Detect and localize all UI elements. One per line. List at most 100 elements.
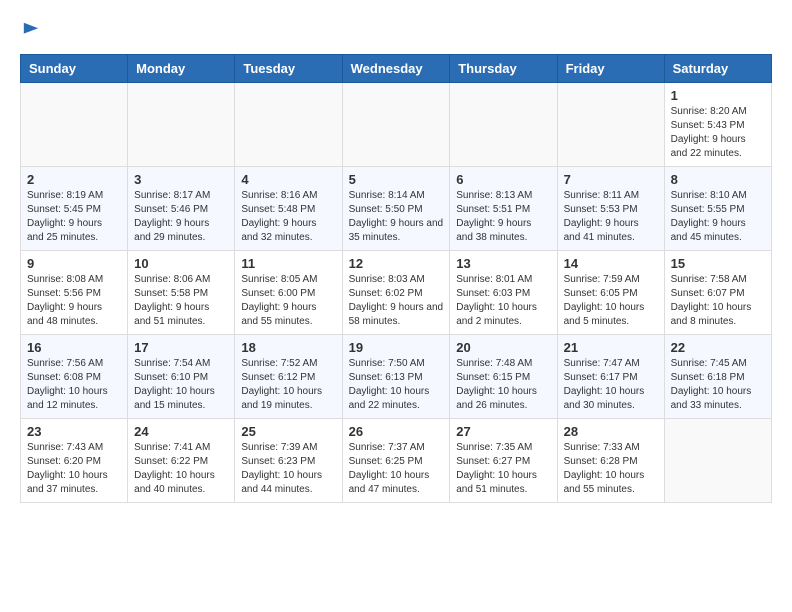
- day-number: 15: [671, 256, 765, 271]
- calendar-cell: 14 Sunrise: 7:59 AM Sunset: 6:05 PM Dayli…: [557, 251, 664, 335]
- day-number: 13: [456, 256, 550, 271]
- calendar-cell: 4 Sunrise: 8:16 AM Sunset: 5:48 PM Daylig…: [235, 167, 342, 251]
- day-info: Sunrise: 7:35 AM Sunset: 6:27 PM Dayligh…: [456, 441, 550, 497]
- dow-header-saturday: Saturday: [664, 55, 771, 83]
- day-number: 19: [349, 340, 444, 355]
- calendar-cell: 18 Sunrise: 7:52 AM Sunset: 6:12 PM Dayli…: [235, 335, 342, 419]
- logo-flag-icon: [22, 21, 40, 39]
- calendar-cell: 22 Sunrise: 7:45 AM Sunset: 6:18 PM Dayli…: [664, 335, 771, 419]
- day-info: Sunrise: 8:10 AM Sunset: 5:55 PM Dayligh…: [671, 189, 765, 245]
- calendar-cell: [128, 83, 235, 167]
- day-number: 11: [241, 256, 335, 271]
- day-info: Sunrise: 7:52 AM Sunset: 6:12 PM Dayligh…: [241, 357, 335, 413]
- week-row-2: 2 Sunrise: 8:19 AM Sunset: 5:45 PM Daylig…: [21, 167, 772, 251]
- day-number: 28: [564, 424, 658, 439]
- day-info: Sunrise: 8:06 AM Sunset: 5:58 PM Dayligh…: [134, 273, 228, 329]
- day-info: Sunrise: 7:41 AM Sunset: 6:22 PM Dayligh…: [134, 441, 228, 497]
- calendar-cell: 16 Sunrise: 7:56 AM Sunset: 6:08 PM Dayli…: [21, 335, 128, 419]
- calendar-cell: 13 Sunrise: 8:01 AM Sunset: 6:03 PM Dayli…: [450, 251, 557, 335]
- day-info: Sunrise: 8:11 AM Sunset: 5:53 PM Dayligh…: [564, 189, 658, 245]
- day-info: Sunrise: 8:03 AM Sunset: 6:02 PM Dayligh…: [349, 273, 444, 329]
- calendar-cell: 7 Sunrise: 8:11 AM Sunset: 5:53 PM Daylig…: [557, 167, 664, 251]
- day-number: 12: [349, 256, 444, 271]
- calendar-cell: 12 Sunrise: 8:03 AM Sunset: 6:02 PM Dayli…: [342, 251, 450, 335]
- day-number: 5: [349, 172, 444, 187]
- day-number: 22: [671, 340, 765, 355]
- calendar-cell: 11 Sunrise: 8:05 AM Sunset: 6:00 PM Dayli…: [235, 251, 342, 335]
- day-info: Sunrise: 8:08 AM Sunset: 5:56 PM Dayligh…: [27, 273, 121, 329]
- calendar-cell: [450, 83, 557, 167]
- calendar-cell: 20 Sunrise: 7:48 AM Sunset: 6:15 PM Dayli…: [450, 335, 557, 419]
- calendar-cell: 26Sunrise: 7:37 AM Sunset: 6:25 PM Dayli…: [342, 419, 450, 503]
- day-info: Sunrise: 8:05 AM Sunset: 6:00 PM Dayligh…: [241, 273, 335, 329]
- calendar-cell: 24 Sunrise: 7:41 AM Sunset: 6:22 PM Dayli…: [128, 419, 235, 503]
- day-number: 8: [671, 172, 765, 187]
- day-number: 14: [564, 256, 658, 271]
- dow-header-thursday: Thursday: [450, 55, 557, 83]
- day-number: 6: [456, 172, 550, 187]
- calendar-cell: [342, 83, 450, 167]
- dow-header-sunday: Sunday: [21, 55, 128, 83]
- day-info: Sunrise: 8:16 AM Sunset: 5:48 PM Dayligh…: [241, 189, 335, 245]
- calendar-body: 1Sunrise: 8:20 AM Sunset: 5:43 PM Daylig…: [21, 83, 772, 503]
- day-number: 21: [564, 340, 658, 355]
- day-number: 3: [134, 172, 228, 187]
- calendar-cell: 23 Sunrise: 7:43 AM Sunset: 6:20 PM Dayli…: [21, 419, 128, 503]
- day-number: 20: [456, 340, 550, 355]
- day-number: 7: [564, 172, 658, 187]
- day-info: Sunrise: 7:58 AM Sunset: 6:07 PM Dayligh…: [671, 273, 765, 329]
- day-number: 10: [134, 256, 228, 271]
- day-info: Sunrise: 7:54 AM Sunset: 6:10 PM Dayligh…: [134, 357, 228, 413]
- day-number: 24: [134, 424, 228, 439]
- calendar-cell: 5Sunrise: 8:14 AM Sunset: 5:50 PM Daylig…: [342, 167, 450, 251]
- page-header: [20, 20, 772, 44]
- calendar-cell: 25Sunrise: 7:39 AM Sunset: 6:23 PM Dayli…: [235, 419, 342, 503]
- calendar-cell: 8 Sunrise: 8:10 AM Sunset: 5:55 PM Daylig…: [664, 167, 771, 251]
- calendar-cell: 1Sunrise: 8:20 AM Sunset: 5:43 PM Daylig…: [664, 83, 771, 167]
- week-row-5: 23 Sunrise: 7:43 AM Sunset: 6:20 PM Dayli…: [21, 419, 772, 503]
- calendar-table: SundayMondayTuesdayWednesdayThursdayFrid…: [20, 54, 772, 503]
- calendar-cell: 3 Sunrise: 8:17 AM Sunset: 5:46 PM Daylig…: [128, 167, 235, 251]
- dow-header-friday: Friday: [557, 55, 664, 83]
- calendar-cell: [235, 83, 342, 167]
- day-number: 9: [27, 256, 121, 271]
- week-row-3: 9 Sunrise: 8:08 AM Sunset: 5:56 PM Daylig…: [21, 251, 772, 335]
- day-info: Sunrise: 7:56 AM Sunset: 6:08 PM Dayligh…: [27, 357, 121, 413]
- calendar-cell: [21, 83, 128, 167]
- day-info: Sunrise: 7:47 AM Sunset: 6:17 PM Dayligh…: [564, 357, 658, 413]
- calendar-cell: 6 Sunrise: 8:13 AM Sunset: 5:51 PM Daylig…: [450, 167, 557, 251]
- day-info: Sunrise: 7:48 AM Sunset: 6:15 PM Dayligh…: [456, 357, 550, 413]
- calendar-cell: 19 Sunrise: 7:50 AM Sunset: 6:13 PM Dayli…: [342, 335, 450, 419]
- day-number: 23: [27, 424, 121, 439]
- day-number: 4: [241, 172, 335, 187]
- day-number: 16: [27, 340, 121, 355]
- logo: [20, 20, 40, 44]
- day-number: 17: [134, 340, 228, 355]
- calendar-cell: 28 Sunrise: 7:33 AM Sunset: 6:28 PM Dayli…: [557, 419, 664, 503]
- calendar-cell: [557, 83, 664, 167]
- calendar-cell: 21 Sunrise: 7:47 AM Sunset: 6:17 PM Dayli…: [557, 335, 664, 419]
- dow-header-tuesday: Tuesday: [235, 55, 342, 83]
- day-info: Sunrise: 7:45 AM Sunset: 6:18 PM Dayligh…: [671, 357, 765, 413]
- days-of-week-row: SundayMondayTuesdayWednesdayThursdayFrid…: [21, 55, 772, 83]
- calendar-cell: 17 Sunrise: 7:54 AM Sunset: 6:10 PM Dayli…: [128, 335, 235, 419]
- day-info: Sunrise: 8:01 AM Sunset: 6:03 PM Dayligh…: [456, 273, 550, 329]
- day-number: 18: [241, 340, 335, 355]
- day-info: Sunrise: 8:17 AM Sunset: 5:46 PM Dayligh…: [134, 189, 228, 245]
- day-number: 1: [671, 88, 765, 103]
- dow-header-monday: Monday: [128, 55, 235, 83]
- dow-header-wednesday: Wednesday: [342, 55, 450, 83]
- calendar-cell: 27Sunrise: 7:35 AM Sunset: 6:27 PM Dayli…: [450, 419, 557, 503]
- calendar-cell: 15 Sunrise: 7:58 AM Sunset: 6:07 PM Dayli…: [664, 251, 771, 335]
- week-row-1: 1Sunrise: 8:20 AM Sunset: 5:43 PM Daylig…: [21, 83, 772, 167]
- day-number: 2: [27, 172, 121, 187]
- day-info: Sunrise: 7:59 AM Sunset: 6:05 PM Dayligh…: [564, 273, 658, 329]
- day-number: 25: [241, 424, 335, 439]
- day-info: Sunrise: 7:33 AM Sunset: 6:28 PM Dayligh…: [564, 441, 658, 497]
- day-info: Sunrise: 8:19 AM Sunset: 5:45 PM Dayligh…: [27, 189, 121, 245]
- day-info: Sunrise: 8:13 AM Sunset: 5:51 PM Dayligh…: [456, 189, 550, 245]
- day-info: Sunrise: 7:43 AM Sunset: 6:20 PM Dayligh…: [27, 441, 121, 497]
- calendar-cell: [664, 419, 771, 503]
- day-number: 26: [349, 424, 444, 439]
- day-info: Sunrise: 7:50 AM Sunset: 6:13 PM Dayligh…: [349, 357, 444, 413]
